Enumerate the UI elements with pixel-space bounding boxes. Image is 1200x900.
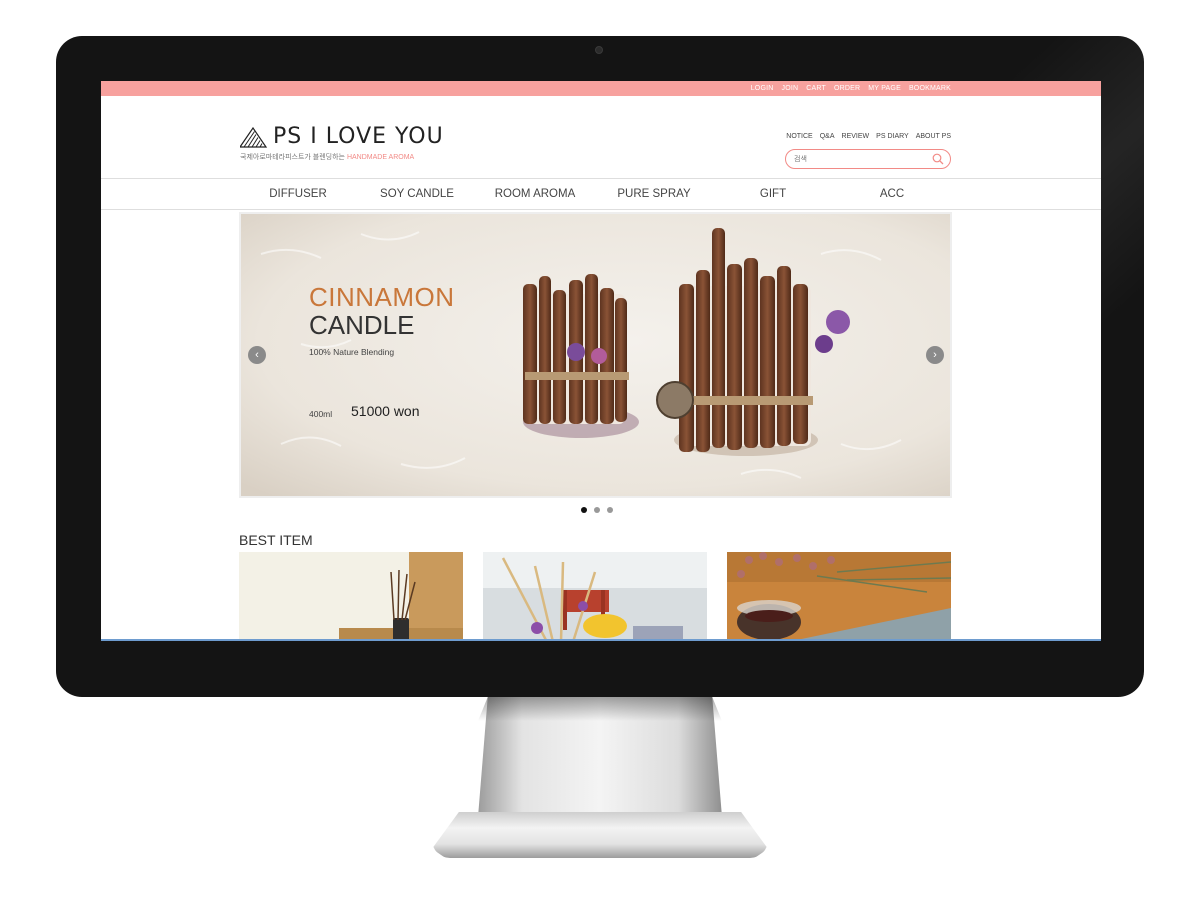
tagline-accent: HANDMADE AROMA	[346, 154, 415, 161]
about-ps-link[interactable]: ABOUT PS	[916, 133, 951, 140]
slider-dot-1[interactable]	[581, 507, 587, 513]
nav-item-gift[interactable]: GIFT	[760, 188, 786, 200]
logo-tagline: 국제아로마테라피스트가 블렌딩하는 HANDMADE AROMA	[240, 152, 414, 162]
slide-price: 51000 won	[351, 403, 420, 419]
logo[interactable]: PS I LOVE YOU	[240, 124, 444, 149]
search-input[interactable]	[794, 153, 924, 165]
search-icon[interactable]	[932, 153, 944, 165]
my-page-link[interactable]: MY PAGE	[868, 85, 901, 92]
bookmark-link[interactable]: BOOKMARK	[909, 85, 951, 92]
main-banner-slider: CINNAMON CANDLE 100% Nature Blending 400…	[239, 212, 952, 498]
chevron-right-icon: ›	[933, 349, 937, 361]
search-box	[785, 149, 951, 169]
qna-link[interactable]: Q&A	[820, 133, 835, 140]
slider-prev-button[interactable]: ‹	[248, 346, 266, 364]
slide-subtitle: 100% Nature Blending	[309, 347, 395, 357]
logo-text: PS I LOVE YOU	[273, 124, 444, 149]
nav-item-diffuser[interactable]: DIFFUSER	[269, 188, 327, 200]
main-nav: DIFFUSER SOY CANDLE ROOM AROMA PURE SPRA…	[101, 178, 1101, 210]
slide-title-line1: CINNAMON	[309, 282, 455, 312]
nav-item-soy-candle[interactable]: SOY CANDLE	[380, 188, 454, 200]
chevron-left-icon: ‹	[255, 349, 259, 361]
nav-item-pure-spray[interactable]: PURE SPRAY	[617, 188, 690, 200]
website-screen: LOGIN JOIN CART ORDER MY PAGE BOOKMARK P…	[101, 81, 1101, 641]
slide-size: 400ml	[309, 409, 333, 419]
login-link[interactable]: LOGIN	[751, 85, 774, 92]
camera-dot	[595, 46, 603, 54]
slider-dot-3[interactable]	[607, 507, 613, 513]
logo-mark-icon	[240, 126, 268, 148]
slider-next-button[interactable]: ›	[926, 346, 944, 364]
notice-link[interactable]: NOTICE	[786, 133, 812, 140]
join-link[interactable]: JOIN	[782, 85, 799, 92]
site-header: PS I LOVE YOU 국제아로마테라피스트가 블렌딩하는 HANDMADE…	[101, 96, 1101, 178]
order-link[interactable]: ORDER	[834, 85, 860, 92]
slide-title-line2: CANDLE	[309, 310, 415, 340]
cart-link[interactable]: CART	[806, 85, 826, 92]
tagline-korean: 국제아로마테라피스트가 블렌딩하는	[240, 154, 347, 161]
slider-dot-2[interactable]	[594, 507, 600, 513]
stand-shadow	[478, 697, 722, 721]
best-item-heading: BEST ITEM	[239, 532, 313, 548]
nav-item-acc[interactable]: ACC	[880, 188, 904, 200]
best-item-thumbnail-diffuser[interactable]	[239, 552, 463, 641]
nav-item-room-aroma[interactable]: ROOM AROMA	[495, 188, 576, 200]
ps-diary-link[interactable]: PS DIARY	[876, 133, 909, 140]
monitor-mockup: LOGIN JOIN CART ORDER MY PAGE BOOKMARK P…	[0, 0, 1200, 900]
monitor-stand-base	[432, 812, 768, 858]
board-links: NOTICE Q&A REVIEW PS DIARY ABOUT PS	[786, 133, 951, 140]
slider-pagination	[581, 507, 613, 513]
top-utility-bar: LOGIN JOIN CART ORDER MY PAGE BOOKMARK	[101, 81, 1101, 96]
best-item-thumbnail-spray[interactable]	[483, 552, 707, 641]
review-link[interactable]: REVIEW	[842, 133, 870, 140]
best-item-thumbnail-candle[interactable]	[727, 552, 951, 641]
